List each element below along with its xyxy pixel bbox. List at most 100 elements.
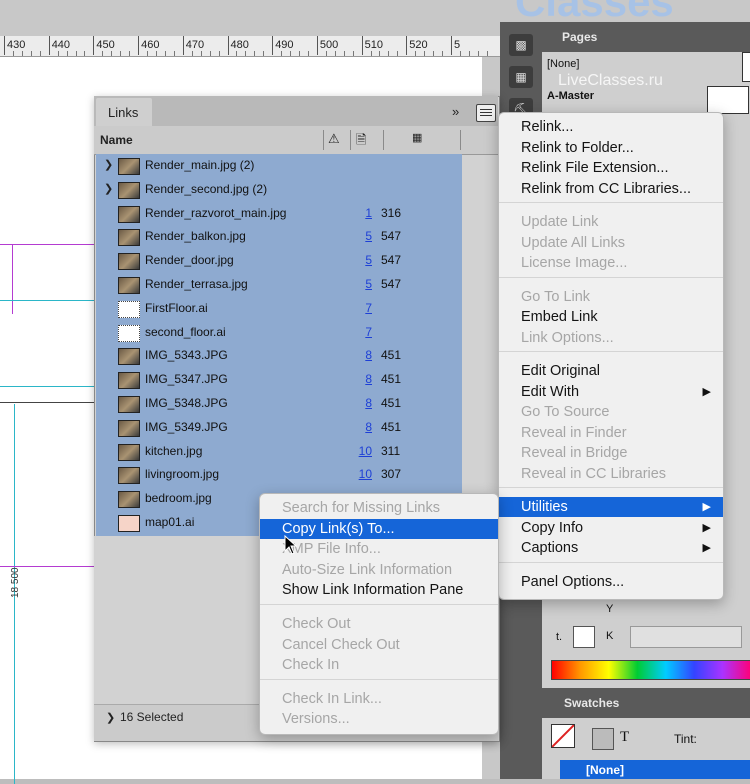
menu-item-utilities[interactable]: Utilities ▶	[499, 497, 723, 517]
menu-item-edit-original[interactable]: Edit Original	[499, 361, 723, 381]
color-spectrum[interactable]	[551, 660, 750, 680]
link-row[interactable]: livingroom.jpg 10 307	[96, 463, 462, 487]
menu-item-captions[interactable]: Captions ▶	[499, 538, 723, 558]
menu-item-relink[interactable]: Relink...	[499, 117, 723, 137]
link-row[interactable]: kitchen.jpg 10 311	[96, 440, 462, 464]
page-thumbnail[interactable]	[707, 86, 749, 114]
menu-item-search-for-missing-links[interactable]: Search for Missing Links	[260, 498, 498, 518]
link-page-number[interactable]: 8	[348, 396, 372, 410]
expand-chevron-icon[interactable]: ❯	[104, 182, 113, 195]
menu-item-go-to-source[interactable]: Go To Source	[499, 402, 723, 422]
pages-dock-icon[interactable]: ▩	[509, 34, 533, 56]
menu-item-copy-info[interactable]: Copy Info ▶	[499, 518, 723, 538]
tint-label: Tint:	[674, 732, 697, 746]
link-row[interactable]: ❯ Render_main.jpg (2)	[96, 154, 462, 178]
tab-links[interactable]: Links	[96, 98, 152, 126]
menu-item-label: Relink to Folder...	[521, 139, 634, 156]
menu-item-relink-from-cc-libraries[interactable]: Relink from CC Libraries...	[499, 179, 723, 199]
link-page-number[interactable]: 5	[348, 277, 372, 291]
menu-item-reveal-in-cc-libraries[interactable]: Reveal in CC Libraries	[499, 464, 723, 484]
pages-none-item[interactable]: [None]	[547, 58, 579, 70]
submenu-arrow-icon: ▶	[702, 521, 711, 534]
collapse-panel-button[interactable]: »	[452, 104, 459, 119]
link-row[interactable]: IMG_5347.JPG 8 451	[96, 368, 462, 392]
menu-item-versions[interactable]: Versions...	[260, 709, 498, 729]
link-row[interactable]: Render_door.jpg 5 547	[96, 249, 462, 273]
menu-item-label: Check In Link...	[282, 690, 382, 707]
links-tabbar	[94, 96, 498, 126]
panel-menu-button[interactable]	[476, 104, 496, 122]
grid-icon[interactable]: ▦	[412, 131, 422, 144]
k-slider[interactable]	[630, 626, 742, 648]
text-format-icon[interactable]: T	[620, 729, 629, 746]
link-page-number[interactable]: 5	[348, 253, 372, 267]
link-page-number[interactable]: 8	[348, 372, 372, 386]
menu-item-update-link[interactable]: Update Link	[499, 212, 723, 232]
link-row[interactable]: Render_razvorot_main.jpg 1 316	[96, 202, 462, 226]
link-row[interactable]: Render_balkon.jpg 5 547	[96, 225, 462, 249]
ruler-tick-line	[272, 36, 274, 55]
link-page-number[interactable]: 10	[348, 444, 372, 458]
swatch-none-row[interactable]: [None]	[560, 760, 750, 779]
menu-item-reveal-in-finder[interactable]: Reveal in Finder	[499, 423, 723, 443]
link-row[interactable]: Render_terrasa.jpg 5 547	[96, 273, 462, 297]
menu-item-relink-to-folder[interactable]: Relink to Folder...	[499, 138, 723, 158]
menu-item-cancel-check-out[interactable]: Cancel Check Out	[260, 635, 498, 655]
column-name-header[interactable]: Name	[100, 133, 133, 147]
ruler-tick-label: 470	[185, 39, 205, 51]
menu-item-check-in-link[interactable]: Check In Link...	[260, 689, 498, 709]
swatches-panel-header[interactable]: Swatches	[542, 688, 750, 718]
menu-item-panel-options[interactable]: Panel Options...	[499, 572, 723, 592]
menu-item-check-in[interactable]: Check In	[260, 655, 498, 675]
link-name: Render_main.jpg (2)	[145, 158, 255, 172]
ruler-tick-line	[406, 36, 408, 55]
menu-item-edit-with[interactable]: Edit With ▶	[499, 382, 723, 402]
link-thumbnail	[118, 348, 140, 366]
alert-icon[interactable]: ⚠	[328, 131, 340, 147]
link-name: livingroom.jpg	[145, 467, 220, 482]
link-row[interactable]: IMG_5348.JPG 8 451	[96, 392, 462, 416]
link-thumbnail	[118, 181, 140, 199]
menu-item-label: Panel Options...	[521, 573, 625, 590]
menu-item-relink-file-extension[interactable]: Relink File Extension...	[499, 158, 723, 178]
menu-item-embed-link[interactable]: Embed Link	[499, 307, 723, 327]
link-name: IMG_5343.JPG	[145, 348, 228, 363]
link-row[interactable]: FirstFloor.ai 7	[96, 297, 462, 321]
link-page-number[interactable]: 8	[348, 420, 372, 434]
container-format-icon[interactable]	[592, 728, 614, 750]
link-thumbnail	[118, 229, 140, 247]
link-page-number[interactable]: 1	[348, 206, 372, 220]
pages-master-item[interactable]: A-Master	[547, 90, 594, 102]
link-name: Render_balkon.jpg	[145, 229, 246, 244]
menu-item-license-image[interactable]: License Image...	[499, 253, 723, 273]
expand-chevron-icon[interactable]: ❯	[104, 158, 113, 171]
ruler-tick-line	[361, 36, 363, 55]
page-thumbnail[interactable]	[742, 52, 750, 82]
layers-dock-icon[interactable]: ▦	[509, 66, 533, 88]
fill-swatch[interactable]	[551, 724, 575, 748]
color-box[interactable]	[573, 626, 595, 648]
expand-info-icon[interactable]: ❯	[106, 711, 115, 724]
menu-item-go-to-link[interactable]: Go To Link	[499, 287, 723, 307]
menu-item-reveal-in-bridge[interactable]: Reveal in Bridge	[499, 443, 723, 463]
link-row[interactable]: IMG_5343.JPG 8 451	[96, 344, 462, 368]
link-page-number[interactable]: 7	[348, 325, 372, 339]
ruler-tick-label: 490	[275, 39, 294, 51]
pages-panel-header[interactable]: Pages	[542, 22, 750, 52]
column-header	[94, 126, 498, 155]
link-page-number[interactable]: 10	[348, 467, 372, 481]
link-page-number[interactable]: 7	[348, 301, 372, 315]
link-page-number[interactable]: 5	[348, 229, 372, 243]
link-row[interactable]: ❯ Render_second.jpg (2)	[96, 178, 462, 202]
link-row[interactable]: second_floor.ai 7	[96, 321, 462, 345]
menu-separator	[499, 351, 723, 352]
link-page-number[interactable]: 8	[348, 348, 372, 362]
menu-item-link-options[interactable]: Link Options...	[499, 328, 723, 348]
menu-item-update-all-links[interactable]: Update All Links	[499, 233, 723, 253]
link-name: Render_second.jpg (2)	[145, 181, 268, 196]
link-row[interactable]: IMG_5349.JPG 8 451	[96, 416, 462, 440]
menu-item-check-out[interactable]: Check Out	[260, 614, 498, 634]
menu-item-auto-size-link-information[interactable]: Auto-Size Link Information	[260, 560, 498, 580]
page-icon[interactable]: 🗎	[356, 131, 366, 153]
menu-item-show-link-information-pane[interactable]: Show Link Information Pane	[260, 580, 498, 600]
